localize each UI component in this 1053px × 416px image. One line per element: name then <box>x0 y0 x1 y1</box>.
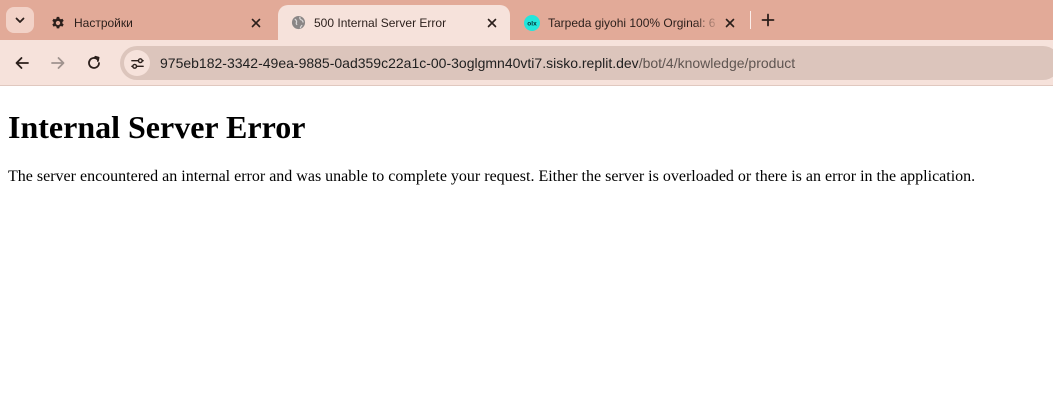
url-text[interactable]: 975eb182-3342-49ea-9885-0ad359c22a1c-00-… <box>160 55 795 71</box>
close-icon[interactable] <box>482 13 502 33</box>
new-tab-button[interactable] <box>756 8 780 32</box>
chevron-down-icon <box>15 17 25 23</box>
tab-strip: Настройки 500 Internal Server Error olx … <box>0 0 1053 40</box>
url-path: /bot/4/knowledge/product <box>638 55 796 71</box>
browser-toolbar: 975eb182-3342-49ea-9885-0ad359c22a1c-00-… <box>0 40 1053 86</box>
url-host: 975eb182-3342-49ea-9885-0ad359c22a1c-00-… <box>160 55 639 71</box>
tab-settings[interactable]: Настройки <box>38 5 274 40</box>
site-info-button[interactable] <box>124 50 150 76</box>
reload-button[interactable] <box>80 49 108 77</box>
page-content: Internal Server Error The server encount… <box>0 87 1053 416</box>
arrow-right-icon <box>51 57 65 69</box>
error-message: The server encountered an internal error… <box>8 168 976 185</box>
plus-icon <box>761 13 775 27</box>
tab-title: Настройки <box>74 15 133 30</box>
arrow-left-icon <box>15 57 29 69</box>
tab-olx-listing[interactable]: olx Tarpeda giyohi 100% Orginal: 6 <box>512 5 748 40</box>
back-button[interactable] <box>8 49 36 77</box>
globe-icon <box>290 15 306 31</box>
address-bar[interactable]: 975eb182-3342-49ea-9885-0ad359c22a1c-00-… <box>120 46 1053 80</box>
forward-button[interactable] <box>44 49 72 77</box>
svg-text:olx: olx <box>527 20 537 27</box>
error-heading: Internal Server Error <box>8 109 306 145</box>
tab-title: Tarpeda giyohi 100% Orginal: 6 <box>548 15 716 30</box>
close-icon[interactable] <box>720 13 740 33</box>
reload-icon <box>88 55 100 69</box>
tab-error-page[interactable]: 500 Internal Server Error <box>278 5 510 40</box>
tune-icon <box>130 57 144 69</box>
close-icon[interactable] <box>246 13 266 33</box>
tab-search-button[interactable] <box>6 7 34 33</box>
olx-icon: olx <box>524 14 540 31</box>
tab-title: 500 Internal Server Error <box>314 15 447 30</box>
gear-icon <box>50 15 66 31</box>
tab-separator <box>750 11 751 29</box>
